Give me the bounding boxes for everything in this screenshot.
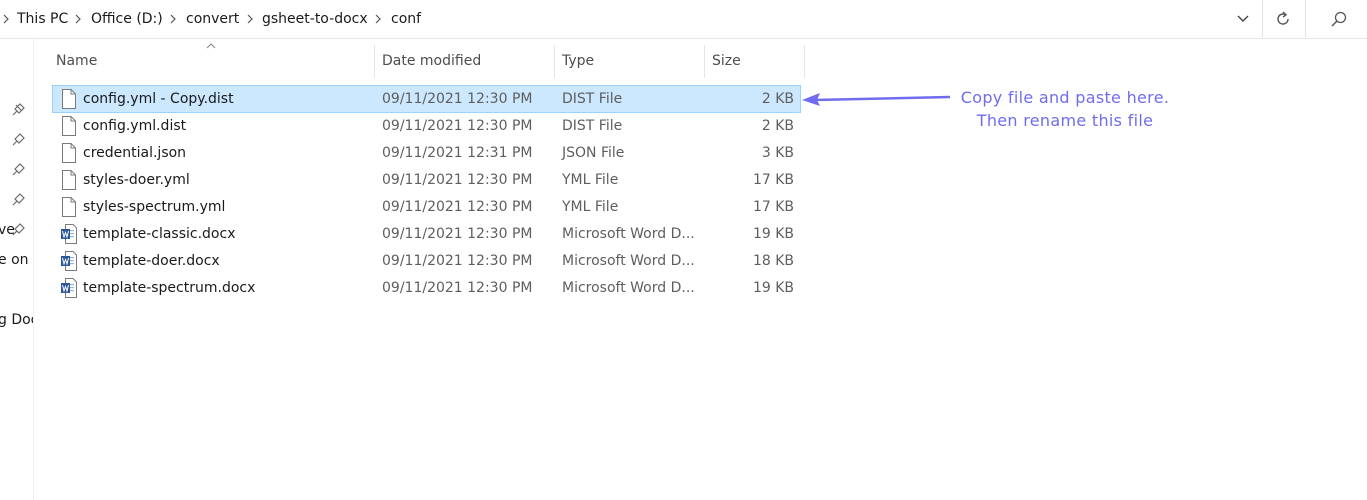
file-date-modified: 09/11/2021 12:31 PM xyxy=(382,145,533,161)
file-size: 17 KB xyxy=(752,172,794,188)
pin-icon[interactable] xyxy=(11,223,25,237)
chevron-right-icon[interactable] xyxy=(2,0,10,37)
file-size: 18 KB xyxy=(752,253,794,269)
pin-icon[interactable] xyxy=(11,193,25,207)
pin-icon[interactable] xyxy=(11,133,25,147)
pin-icon[interactable] xyxy=(11,163,25,177)
file-date-modified: 09/11/2021 12:30 PM xyxy=(382,118,533,134)
file-name: styles-spectrum.yml xyxy=(83,199,226,215)
divider xyxy=(1305,0,1306,37)
chevron-right-icon[interactable] xyxy=(169,0,177,37)
file-date-modified: 09/11/2021 12:30 PM xyxy=(382,172,533,188)
file-row[interactable]: template-spectrum.docx 09/11/2021 12:30 P… xyxy=(53,275,800,301)
file-date-modified: 09/11/2021 12:30 PM xyxy=(382,199,533,215)
refresh-icon[interactable] xyxy=(1272,8,1294,30)
sort-ascending-icon xyxy=(206,43,216,49)
breadcrumb-item-gsheet-to-docx[interactable]: gsheet-to-docx xyxy=(262,0,368,37)
file-row[interactable]: config.yml.dist 09/11/2021 12:30 PM DIST F… xyxy=(53,113,800,139)
file-date-modified: 09/11/2021 12:30 PM xyxy=(382,91,533,107)
file-size: 3 KB xyxy=(761,145,794,161)
file-date-modified: 09/11/2021 12:30 PM xyxy=(382,280,533,296)
file-name: styles-doer.yml xyxy=(83,172,190,188)
chevron-right-icon[interactable] xyxy=(374,0,382,37)
breadcrumb-item-this-pc[interactable]: This PC xyxy=(17,0,68,37)
column-divider[interactable] xyxy=(554,45,555,78)
nav-item-partial[interactable]: e on xyxy=(0,252,29,268)
column-divider[interactable] xyxy=(704,45,705,78)
column-header-size[interactable]: Size xyxy=(712,46,741,76)
file-row[interactable]: config.yml - Copy.dist 09/11/2021 12:30 P… xyxy=(52,85,801,113)
annotation-arrow xyxy=(802,93,951,106)
file-row[interactable]: template-doer.docx 09/11/2021 12:30 PM Mic… xyxy=(53,248,800,274)
file-type: DIST File xyxy=(562,91,623,107)
file-type: YML File xyxy=(562,199,619,215)
file-size: 2 KB xyxy=(761,91,794,107)
divider xyxy=(1262,0,1263,37)
annotation-line-2: Then rename this file xyxy=(976,111,1154,130)
annotation-line-1: Copy file and paste here. xyxy=(960,88,1170,107)
file-row[interactable]: credential.json 09/11/2021 12:31 PM JSON F… xyxy=(53,140,800,166)
file-size: 2 KB xyxy=(761,118,794,134)
file-name: template-spectrum.docx xyxy=(83,280,256,296)
file-name: template-doer.docx xyxy=(83,253,220,269)
breadcrumb-item-convert[interactable]: convert xyxy=(186,0,239,37)
search-icon[interactable] xyxy=(1328,8,1350,30)
navigation-pane: ve e on g Doc xyxy=(0,38,34,500)
annotation-text: Copy file and paste here. Then rename th… xyxy=(940,86,1190,132)
column-header-date-modified[interactable]: Date modified xyxy=(382,46,481,76)
file-date-modified: 09/11/2021 12:30 PM xyxy=(382,253,533,269)
breadcrumb-item-drive[interactable]: Office (D:) xyxy=(91,0,163,37)
file-name: credential.json xyxy=(83,145,187,161)
file-size: 19 KB xyxy=(752,226,794,242)
breadcrumb[interactable]: This PC Office (D:) convert gsheet-to-do… xyxy=(0,0,1262,37)
file-type: Microsoft Word D... xyxy=(562,226,695,242)
chevron-down-icon[interactable] xyxy=(1233,9,1253,29)
file-type: JSON File xyxy=(562,145,625,161)
file-name: config.yml - Copy.dist xyxy=(83,91,234,107)
column-header-type[interactable]: Type xyxy=(562,46,594,76)
file-row[interactable]: styles-doer.yml 09/11/2021 12:30 PM YML Fi… xyxy=(53,167,800,193)
file-type: YML File xyxy=(562,172,619,188)
file-name: config.yml.dist xyxy=(83,118,187,134)
chevron-right-icon[interactable] xyxy=(74,0,82,37)
column-header-name[interactable]: Name xyxy=(56,46,97,76)
breadcrumb-item-conf[interactable]: conf xyxy=(391,0,421,37)
column-divider[interactable] xyxy=(374,45,375,78)
column-divider[interactable] xyxy=(804,45,805,78)
pin-icon[interactable] xyxy=(11,103,25,117)
file-row[interactable]: template-classic.docx 09/11/2021 12:30 PM… xyxy=(53,221,800,247)
file-size: 17 KB xyxy=(752,199,794,215)
file-date-modified: 09/11/2021 12:30 PM xyxy=(382,226,533,242)
file-row[interactable]: styles-spectrum.yml 09/11/2021 12:30 PM YM… xyxy=(53,194,800,220)
address-bar: This PC Office (D:) convert gsheet-to-do… xyxy=(0,0,1367,39)
file-type: DIST File xyxy=(562,118,623,134)
file-type: Microsoft Word D... xyxy=(562,280,695,296)
chevron-right-icon[interactable] xyxy=(246,0,254,37)
file-name: template-classic.docx xyxy=(83,226,236,242)
nav-item-partial[interactable]: g Doc xyxy=(0,312,33,328)
file-type: Microsoft Word D... xyxy=(562,253,695,269)
file-size: 19 KB xyxy=(752,280,794,296)
